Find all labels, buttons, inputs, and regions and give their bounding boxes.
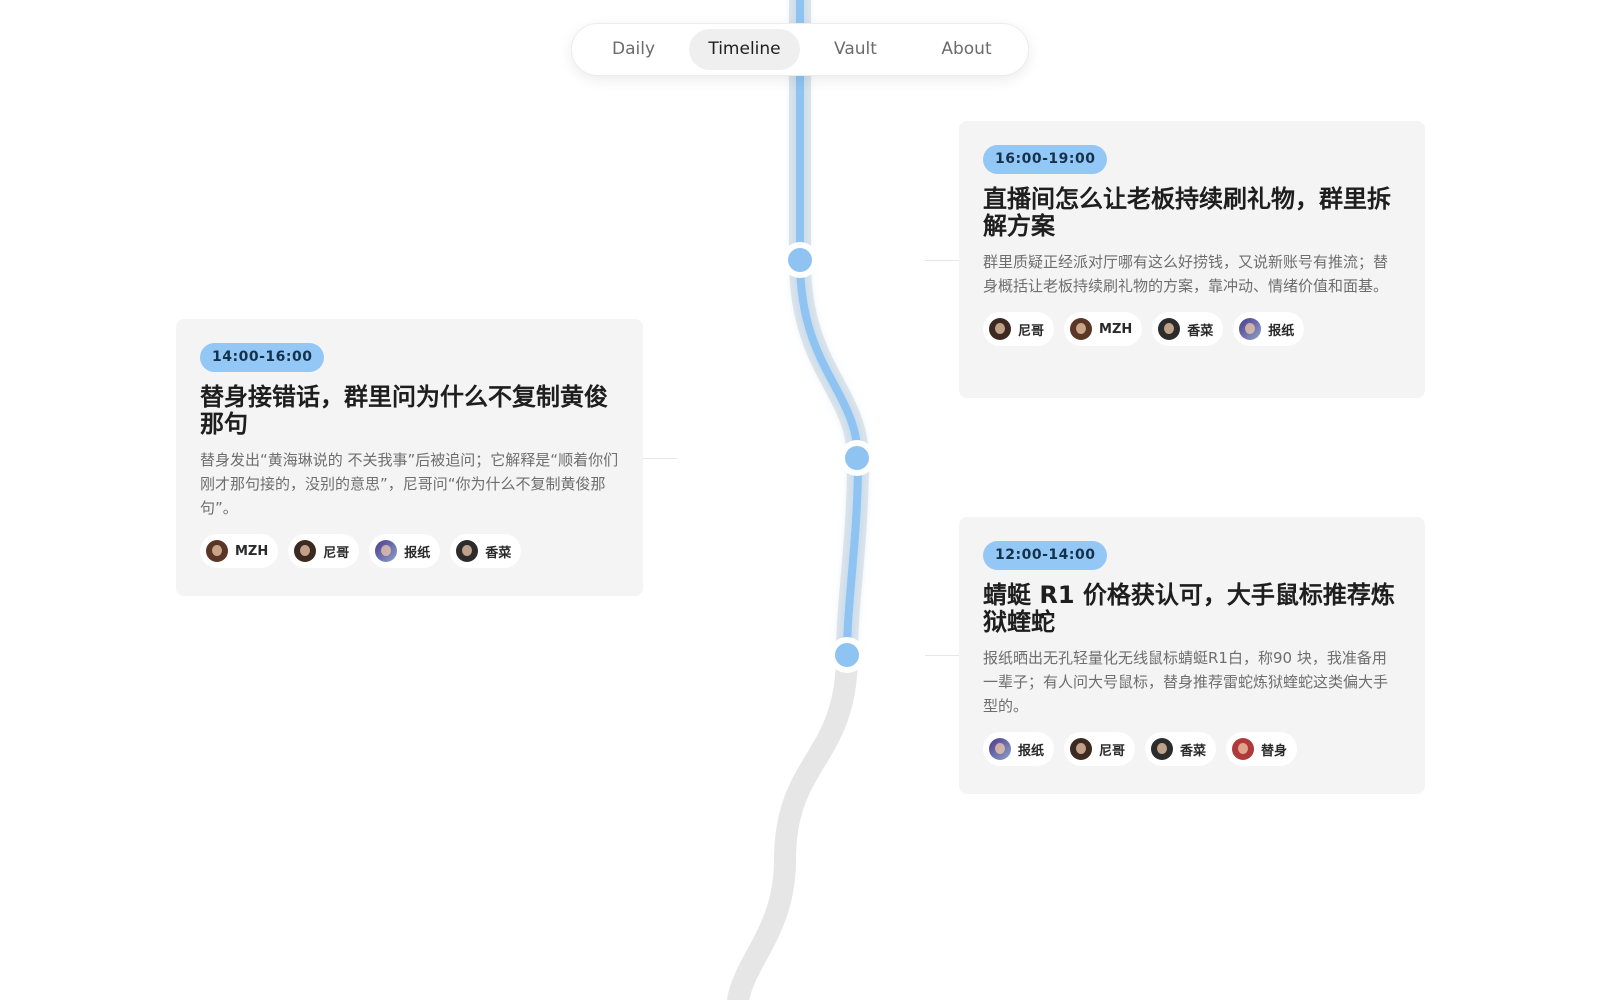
timeline-page: Daily Timeline Vault About 16:00-19:00 直… — [0, 0, 1600, 1000]
event-description: 群里质疑正经派对厅哪有这么好捞钱，又说新账号有推流；替身概括让老板持续刷礼物的方… — [983, 253, 1389, 295]
time-badge: 14:00-16:00 — [200, 343, 325, 372]
participant-name: 尼哥 — [1099, 743, 1126, 759]
participant-name: 尼哥 — [1018, 323, 1045, 339]
event-description: 替身发出“黄海琳说的 不关我事”后被追问；它解释是“顺着你们刚才那句接的，没别的… — [200, 451, 619, 517]
avatar — [989, 318, 1011, 340]
top-nav: Daily Timeline Vault About — [571, 23, 1029, 76]
participant-chip[interactable]: 替身 — [1226, 732, 1298, 766]
participant-name: 香菜 — [1187, 323, 1214, 339]
avatar — [989, 738, 1011, 760]
participant-name: MZH — [1099, 321, 1133, 337]
event-card[interactable]: 14:00-16:00 替身接错话，群里问为什么不复制黄俊那句 替身发出“黄海琳… — [176, 319, 643, 596]
timeline-node-1[interactable] — [782, 242, 818, 278]
avatar — [375, 540, 398, 562]
time-badge: 12:00-14:00 — [983, 541, 1108, 570]
event-card[interactable]: 16:00-19:00 直播间怎么让老板持续刷礼物，群里拆解方案 群里质疑正经派… — [959, 121, 1425, 398]
avatar — [1151, 738, 1174, 760]
avatar — [1158, 318, 1181, 340]
avatar — [206, 540, 228, 562]
participant-chip[interactable]: 香菜 — [450, 534, 522, 568]
avatar — [456, 540, 479, 562]
avatar — [1070, 318, 1093, 340]
participant-chip[interactable]: 报纸 — [369, 534, 441, 568]
timeline-node-3[interactable] — [829, 637, 865, 673]
participant-name: 替身 — [1261, 743, 1288, 759]
tab-daily[interactable]: Daily — [578, 29, 689, 70]
participant-name: MZH — [235, 543, 269, 559]
participant-chip[interactable]: MZH — [200, 534, 279, 568]
participant-chip[interactable]: MZH — [1064, 312, 1143, 346]
participant-list: MZH 尼哥 报纸 香菜 — [200, 534, 619, 568]
participant-chip[interactable]: 报纸 — [983, 732, 1055, 766]
participant-list: 尼哥 MZH 香菜 报纸 — [983, 312, 1401, 346]
connector-line — [925, 260, 959, 261]
participant-name: 尼哥 — [323, 545, 350, 561]
participant-name: 香菜 — [1180, 743, 1207, 759]
event-card[interactable]: 12:00-14:00 蜻蜓 R1 价格获认可，大手鼠标推荐炼狱蝰蛇 报纸晒出无… — [959, 517, 1425, 794]
tab-vault[interactable]: Vault — [800, 29, 911, 70]
connector-line — [643, 458, 677, 459]
tab-timeline[interactable]: Timeline — [689, 29, 800, 70]
time-badge: 16:00-19:00 — [983, 145, 1108, 174]
avatar — [1239, 318, 1262, 340]
participant-chip[interactable]: 尼哥 — [1064, 732, 1136, 766]
participant-name: 报纸 — [1018, 743, 1045, 759]
participant-chip[interactable]: 尼哥 — [983, 312, 1055, 346]
participant-name: 报纸 — [404, 545, 431, 561]
tab-about[interactable]: About — [911, 29, 1022, 70]
event-description: 报纸晒出无孔轻量化无线鼠标蜻蜓R1白，称90 块，我准备用一辈子；有人问大号鼠标… — [983, 649, 1389, 715]
avatar — [294, 540, 317, 562]
avatar — [1070, 738, 1093, 760]
event-title: 直播间怎么让老板持续刷礼物，群里拆解方案 — [983, 185, 1391, 240]
timeline-node-2[interactable] — [839, 440, 875, 476]
participant-name: 报纸 — [1268, 323, 1295, 339]
participant-chip[interactable]: 香菜 — [1145, 732, 1217, 766]
event-title: 替身接错话，群里问为什么不复制黄俊那句 — [200, 383, 608, 438]
participant-chip[interactable]: 尼哥 — [288, 534, 360, 568]
avatar — [1232, 738, 1255, 760]
participant-chip[interactable]: 香菜 — [1152, 312, 1224, 346]
participant-list: 报纸 尼哥 香菜 替身 — [983, 732, 1401, 766]
participant-chip[interactable]: 报纸 — [1233, 312, 1305, 346]
connector-line — [925, 655, 959, 656]
participant-name: 香菜 — [485, 545, 512, 561]
event-title: 蜻蜓 R1 价格获认可，大手鼠标推荐炼狱蝰蛇 — [983, 581, 1395, 636]
